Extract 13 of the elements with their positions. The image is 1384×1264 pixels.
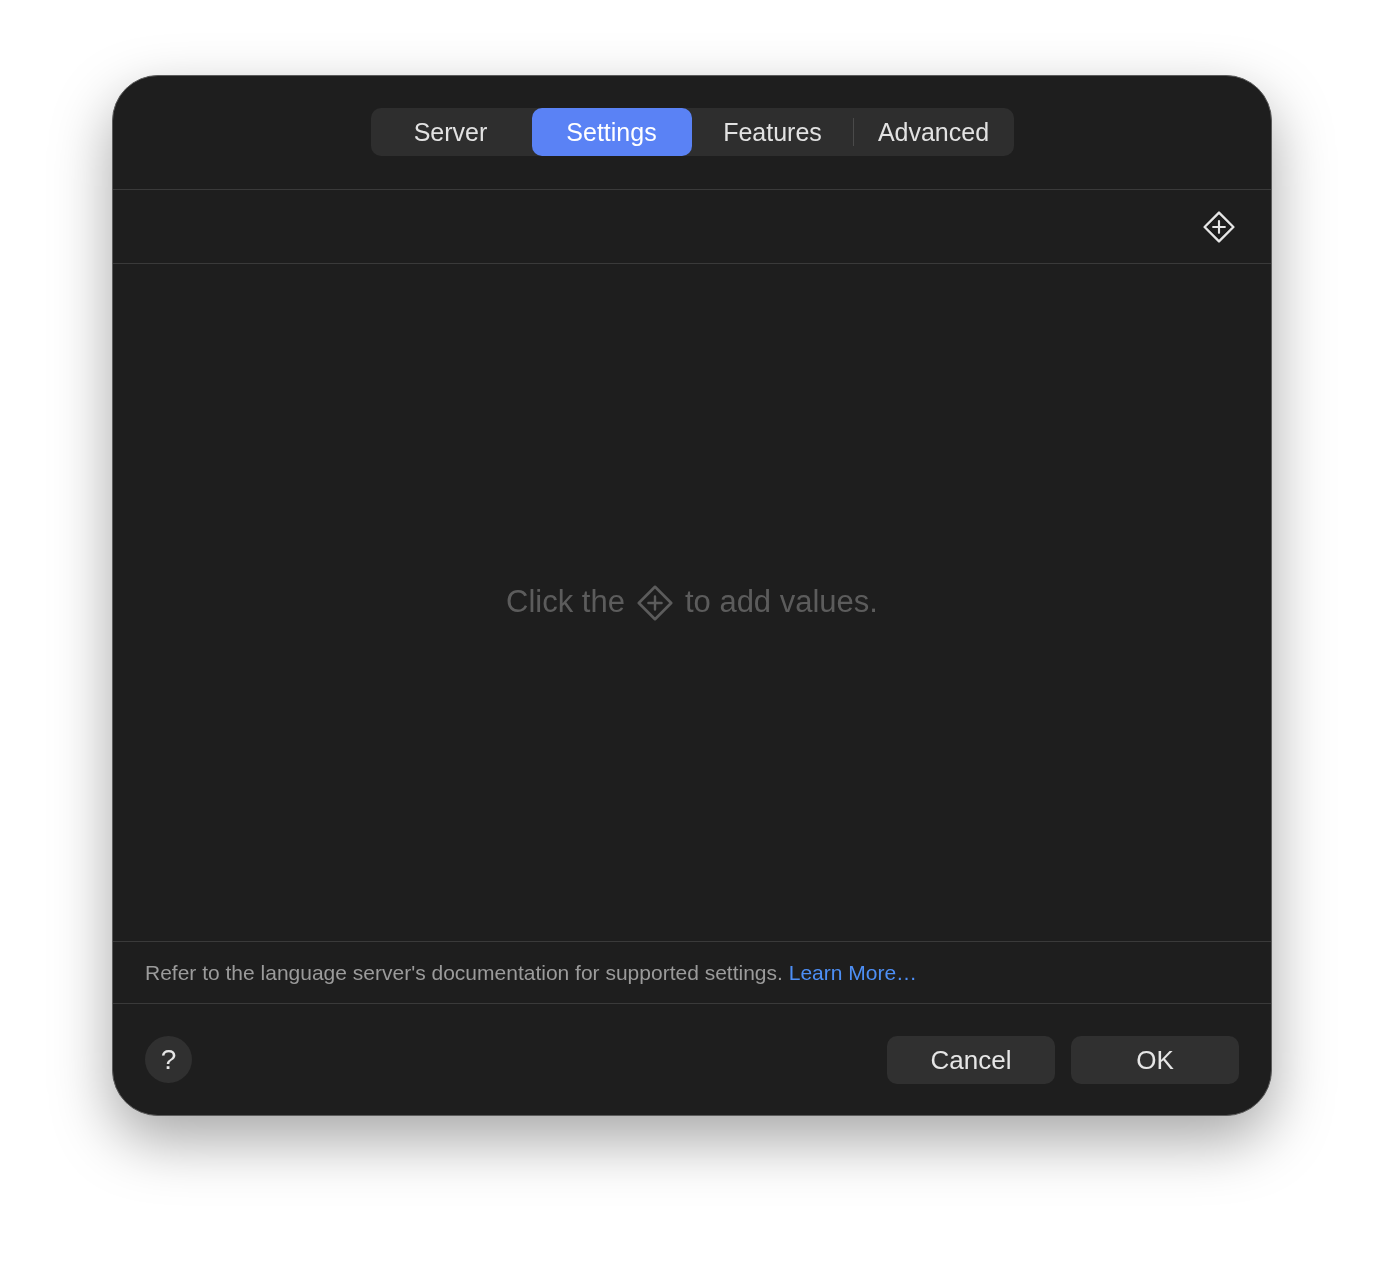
empty-state-text: to add values. (684, 583, 878, 622)
learn-more-link[interactable]: Learn More… (788, 960, 918, 984)
dialog-button[interactable]: Cancel (887, 1036, 1055, 1084)
tab[interactable]: Advanced (853, 108, 1014, 156)
tab[interactable]: Features (692, 108, 853, 156)
add-icon (636, 584, 673, 621)
add-icon[interactable] (1203, 210, 1235, 243)
tab[interactable]: Settings (531, 108, 692, 156)
empty-state-text: Click the (506, 583, 625, 622)
dialog-button[interactable]: OK (1071, 1036, 1239, 1084)
tab[interactable]: Server (370, 108, 531, 156)
settings-note: Refer to the language server's documentation for supported settings. Learn More… (145, 959, 918, 986)
help-button[interactable]: ? (145, 1036, 192, 1083)
